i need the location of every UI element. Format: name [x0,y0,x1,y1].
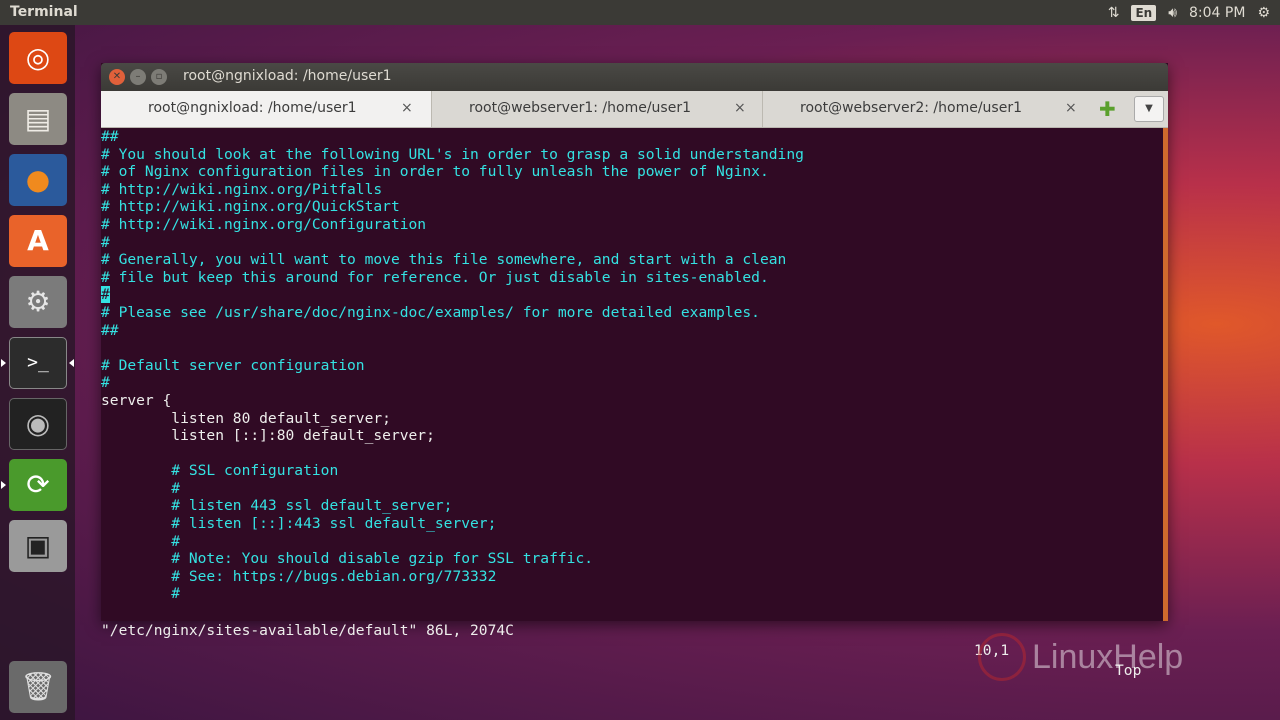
terminal-line: # SSL configuration [101,462,339,480]
launcher-item-firefox[interactable]: ● [9,154,67,206]
tab-webserver1[interactable]: root@webserver1: /home/user1 × [431,91,762,127]
launcher: ◎ ▤ ● A ⚙ >_ ◉ ⟳ ▣ 🗑︎ [0,25,75,720]
terminal-lines: ## # You should look at the following URL… [101,128,804,603]
window-titlebar[interactable]: ✕ – ▫ root@ngnixload: /home/user1 [101,63,1168,91]
terminal-line: # [101,374,110,392]
terminal-line: # You should look at the following URL's… [101,145,804,163]
shopping-bag-icon: A [27,224,49,257]
terminal-line: ## [101,321,119,339]
launcher-item-system-settings[interactable]: ⚙ [9,276,67,328]
terminal-line: # [101,286,804,304]
tab-label: root@ngnixload: /home/user1 [148,100,357,116]
terminal-line: server { [101,391,172,409]
trash-icon: 🗑︎ [20,670,56,703]
watermark-text: LinuxHelp [1032,637,1184,676]
terminal-line: # listen [::]:443 ssl default_server; [101,515,497,533]
minimize-icon: – [135,71,141,82]
launcher-item-software-updater[interactable]: ⟳ [9,459,67,511]
tab-ngnixload[interactable]: root@ngnixload: /home/user1 × [101,91,431,127]
terminal-line: ## [101,128,119,145]
window-maximize-button[interactable]: ▫ [151,69,167,85]
file-cabinet-icon: ▤ [24,102,52,135]
terminal-line: # Please see /usr/share/doc/nginx-doc/ex… [101,303,760,321]
clock[interactable]: 8:04 PM [1189,5,1245,21]
terminal-content[interactable]: ## # You should look at the following URL… [101,128,1163,621]
network-transfer-icon[interactable]: ⇅ [1108,5,1120,21]
terminal-line: # http://wiki.nginx.org/Configuration [101,215,427,233]
tab-label: root@webserver2: /home/user1 [800,100,1022,116]
terminal-line: # Default server configuration [101,356,365,374]
terminal-line: listen [::]:80 default_server; [101,427,435,445]
app-title: Terminal [10,4,78,20]
window-title: root@ngnixload: /home/user1 [183,68,392,84]
terminal-line: # listen 443 ssl default_server; [101,497,453,515]
terminal-scrollbar[interactable] [1163,128,1168,621]
terminal-line: # [101,532,181,550]
launcher-item-disk-utility[interactable]: ◉ [9,398,67,450]
terminal-line: # Note: You should disable gzip for SSL … [101,550,594,568]
terminal-line: # See: https://bugs.debian.org/773332 [101,567,497,585]
launcher-item-dash[interactable]: ◎ [9,32,67,84]
focused-app-indicator [69,359,74,367]
tab-menu-button[interactable]: ▼ [1134,96,1164,122]
window-close-button[interactable]: ✕ [109,69,125,85]
settings-wrench-icon: ⚙ [25,285,51,318]
system-tray: ⇅ En 🔊︎ 8:04 PM ⚙ [1108,0,1270,25]
close-icon: ✕ [112,71,122,82]
launcher-item-software-center[interactable]: A [9,215,67,267]
watermark: LinuxHelp [978,633,1183,681]
add-tab-icon[interactable]: ✚ [1099,99,1116,119]
tab-close-icon[interactable]: × [401,100,413,116]
terminal-line: # [101,479,181,497]
maximize-icon: ▫ [155,71,163,82]
active-app-indicator [1,359,6,367]
tab-bar: root@ngnixload: /home/user1 × root@webse… [101,91,1168,128]
terminal-line: # of Nginx configuration files in order … [101,163,769,181]
window-minimize-button[interactable]: – [130,69,146,85]
power-gear-icon[interactable]: ⚙ [1257,5,1270,21]
terminal-cursor: # [101,286,110,304]
watermark-logo-icon [978,633,1026,681]
terminal-window: ✕ – ▫ root@ngnixload: /home/user1 root@n… [101,63,1168,679]
keyboard-layout-indicator[interactable]: En [1131,4,1157,21]
safe-icon: ◉ [25,407,51,440]
volume-icon[interactable]: 🔊︎ [1168,5,1177,21]
terminal-line: # [101,233,110,251]
tab-webserver2[interactable]: root@webserver2: /home/user1 × [762,91,1093,127]
vim-status-line: "/etc/nginx/sites-available/default" 86L… [101,601,1163,679]
terminal-line: # http://wiki.nginx.org/QuickStart [101,198,400,216]
terminal-line: # Generally, you will want to move this … [101,251,787,269]
tab-label: root@webserver1: /home/user1 [469,100,691,116]
terminal-icon: >_ [27,352,49,373]
terminal-line: listen 80 default_server; [101,409,391,427]
tab-close-icon[interactable]: × [1065,100,1077,116]
firefox-icon: ● [25,163,51,196]
ubuntu-logo-icon: ◎ [25,41,51,74]
floppy-disk-icon: ▣ [24,529,52,562]
running-app-indicator [1,481,6,489]
launcher-item-terminal[interactable]: >_ [9,337,67,389]
tab-close-icon[interactable]: × [734,100,746,116]
terminal-line: # file but keep this around for referenc… [101,268,769,286]
launcher-item-save-disk[interactable]: ▣ [9,520,67,572]
launcher-item-files[interactable]: ▤ [9,93,67,145]
updater-icon: ⟳ [26,468,50,501]
top-panel: Terminal ⇅ En 🔊︎ 8:04 PM ⚙ [0,0,1280,25]
terminal-line: # http://wiki.nginx.org/Pitfalls [101,180,383,198]
status-file-info: "/etc/nginx/sites-available/default" 86L… [101,622,514,639]
launcher-item-trash[interactable]: 🗑︎ [9,661,67,713]
